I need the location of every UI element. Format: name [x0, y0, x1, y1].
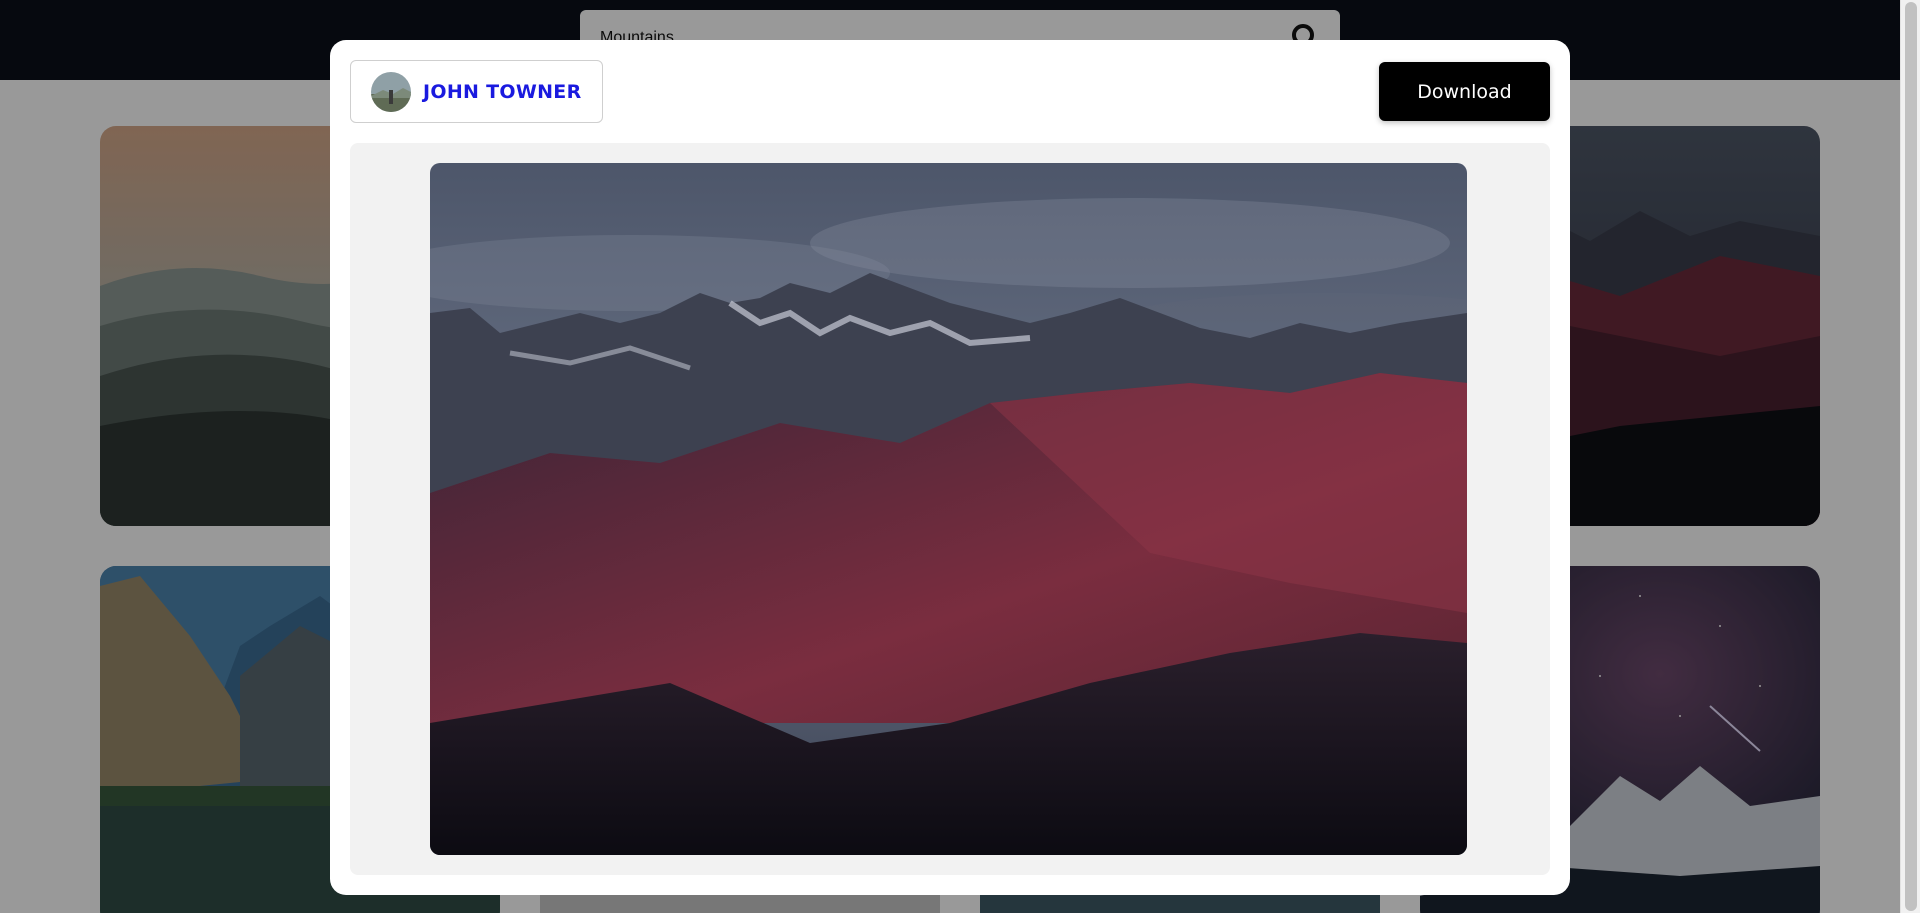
- page-scrollbar[interactable]: [1900, 0, 1920, 913]
- author-chip[interactable]: JOHN TOWNER: [350, 60, 603, 123]
- download-button[interactable]: Download: [1379, 62, 1550, 121]
- mountain-photo: [430, 163, 1467, 855]
- photo-modal: JOHN TOWNER Download: [330, 40, 1570, 895]
- scrollbar-thumb[interactable]: [1905, 2, 1917, 911]
- author-name: JOHN TOWNER: [423, 80, 582, 103]
- avatar: [371, 71, 411, 112]
- image-container: [350, 143, 1550, 875]
